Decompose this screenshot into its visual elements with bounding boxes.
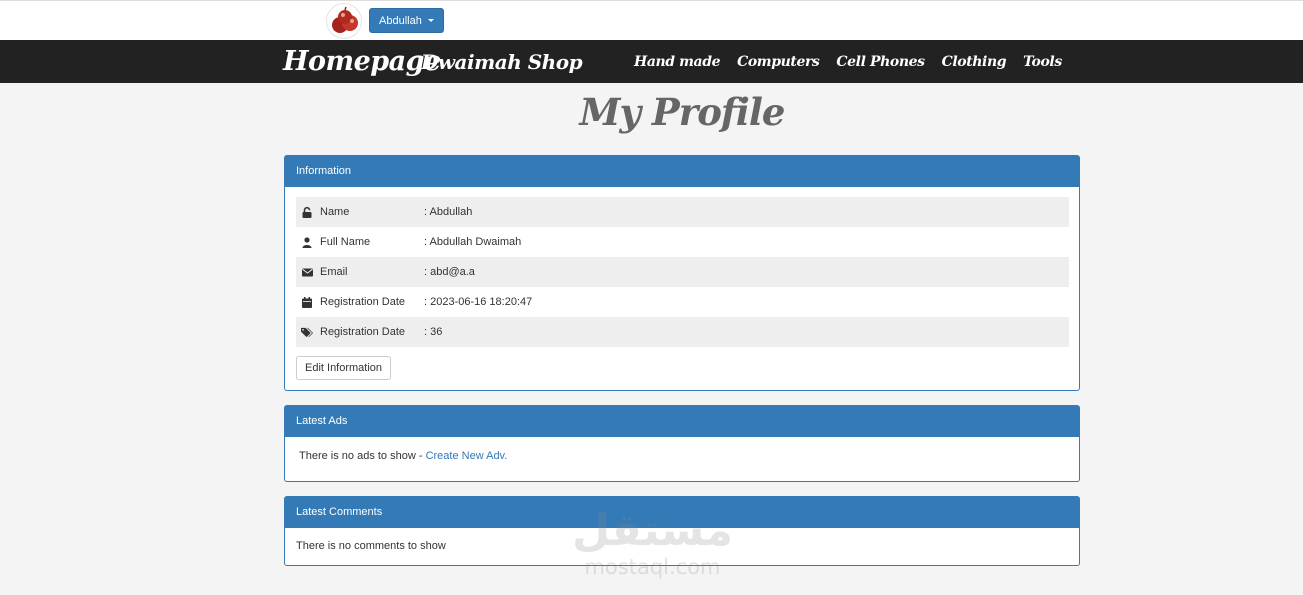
info-label: Registration Date (320, 326, 405, 338)
create-new-adv-link[interactable]: Create New Adv. (426, 450, 508, 462)
info-value: : 2023-06-16 18:20:47 (424, 296, 533, 308)
tags-icon (301, 326, 313, 338)
nav-item-computers[interactable]: Computers (737, 54, 820, 70)
info-label: Email (320, 266, 348, 278)
panel-heading: Information (285, 156, 1079, 187)
user-dropdown-button[interactable]: Abdullah (369, 8, 444, 33)
info-row-tags: Registration Date : 36 (296, 317, 1069, 347)
no-ads-message: There is no ads to show - Create New Adv… (299, 450, 507, 462)
info-row-email: Email : abd@a.a (296, 257, 1069, 287)
page-title: My Profile (579, 90, 786, 134)
nav-item-clothing[interactable]: Clothing (942, 54, 1007, 70)
brand-homepage-link[interactable]: Homepage (283, 40, 441, 83)
no-ads-text: There is no ads to show - (299, 450, 423, 462)
apples-logo-icon (332, 6, 358, 33)
info-label: Name (320, 206, 350, 218)
caret-down-icon (427, 19, 434, 22)
navbar: Homepage Dwaimah Shop Hand made Computer… (0, 40, 1303, 83)
information-panel: Information Name : Abdullah Full Name : … (284, 155, 1080, 391)
upper-bar: Abdullah (0, 0, 1303, 40)
user-dropdown-label: Abdullah (379, 14, 422, 27)
avatar[interactable] (326, 3, 362, 39)
latest-comments-panel: Latest Comments There is no comments to … (284, 496, 1080, 566)
info-row-registration-date: Registration Date : 2023-06-16 18:20:47 (296, 287, 1069, 317)
no-comments-message: There is no comments to show (296, 540, 446, 552)
shop-name-link[interactable]: Dwaimah Shop (421, 40, 583, 83)
unlock-icon (301, 206, 313, 218)
envelope-icon (301, 266, 313, 278)
nav-item-hand-made[interactable]: Hand made (634, 54, 721, 70)
edit-information-button[interactable]: Edit Information (296, 356, 392, 380)
user-icon (301, 236, 313, 248)
info-list: Name : Abdullah Full Name : Abdullah Dwa… (296, 197, 1069, 347)
panel-heading: Latest Ads (285, 406, 1079, 437)
info-row-full-name: Full Name : Abdullah Dwaimah (296, 227, 1069, 257)
panel-heading: Latest Comments (285, 497, 1079, 528)
latest-ads-panel: Latest Ads There is no ads to show - Cre… (284, 405, 1080, 482)
nav-item-tools[interactable]: Tools (1023, 54, 1062, 70)
info-value: : Abdullah Dwaimah (424, 236, 522, 248)
info-row-name: Name : Abdullah (296, 197, 1069, 227)
nav-item-cell-phones[interactable]: Cell Phones (836, 54, 925, 70)
category-nav: Hand made Computers Cell Phones Clothing… (634, 40, 1079, 83)
info-label: Full Name (320, 236, 371, 248)
info-label: Registration Date (320, 296, 405, 308)
info-value: : Abdullah (424, 206, 473, 218)
calendar-icon (301, 296, 313, 308)
info-value: : 36 (424, 326, 443, 338)
info-value: : abd@a.a (424, 266, 475, 278)
